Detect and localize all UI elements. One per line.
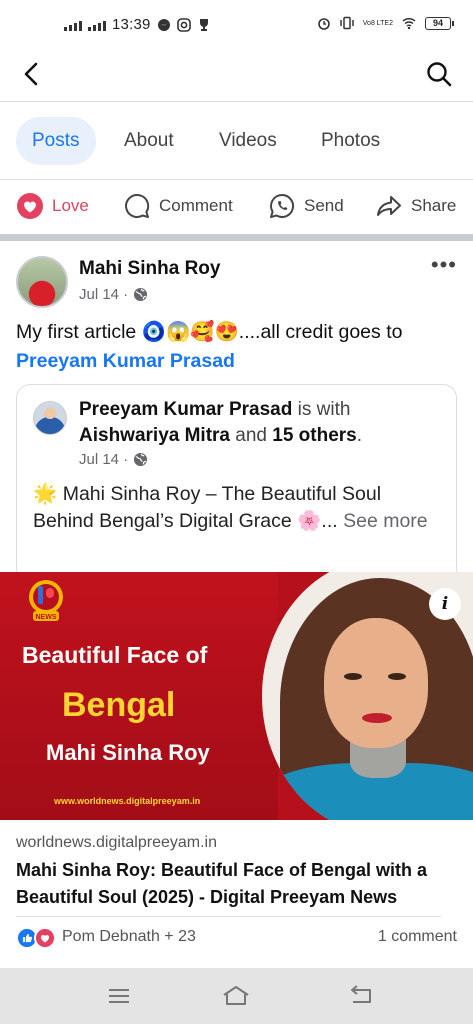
search-icon[interactable]	[425, 60, 453, 88]
shared-date[interactable]: Jul 14 ·	[79, 451, 128, 468]
profile-tabs: Posts About Videos Photos	[0, 102, 473, 180]
tagged-person[interactable]: Aishwariya Mitra	[79, 425, 230, 446]
with-text: is with	[297, 399, 351, 420]
banner-line3: Mahi Sinha Roy	[46, 740, 210, 765]
system-nav-bar	[0, 968, 473, 1024]
author-avatar[interactable]	[16, 256, 68, 308]
comments-count[interactable]: 1 comment	[378, 928, 457, 946]
share-icon	[377, 196, 401, 216]
globe-icon	[134, 452, 148, 467]
shared-period: .	[356, 425, 363, 446]
shared-text: 🌟 Mahi Sinha Roy – The Beautiful Soul Be…	[33, 481, 433, 535]
reactions-divider	[16, 916, 441, 917]
post-date[interactable]: Jul 14 ·	[79, 286, 128, 303]
more-options-icon[interactable]: •••	[431, 254, 457, 276]
messenger-icon	[157, 18, 170, 31]
clock: 13:39	[112, 16, 151, 33]
see-more-link[interactable]: See more	[343, 510, 428, 532]
reactions-bar: Pom Debnath + 23 1 comment	[0, 918, 473, 960]
share-button[interactable]: Share	[375, 192, 456, 220]
status-right: Vo8 LTE2 94	[317, 16, 454, 30]
digital-preeyam-logo: NEWS	[29, 580, 63, 621]
and-text: and	[235, 425, 267, 446]
home-icon[interactable]	[221, 982, 251, 1010]
link-domain: worldnews.digitalpreeyam.in	[16, 834, 217, 851]
reaction-icons[interactable]	[16, 927, 58, 949]
shared-author[interactable]: Preeyam Kumar Prasad	[79, 399, 292, 420]
love-reaction-icon	[17, 193, 43, 219]
shared-body: 🌟 Mahi Sinha Roy – The Beautiful Soul Be…	[33, 483, 382, 532]
top-bar	[0, 50, 473, 102]
trophy-icon	[199, 18, 208, 31]
signal-icon-2	[88, 19, 106, 31]
link-image[interactable]: NEWS Beautiful Face of Bengal Mahi Sinha…	[0, 572, 473, 820]
banner-url: www.worldnews.digitalpreeyam.in	[54, 796, 201, 806]
banner-background: NEWS Beautiful Face of Bengal Mahi Sinha…	[0, 572, 278, 820]
logo-badge: NEWS	[36, 614, 57, 621]
signal-icon	[64, 19, 82, 31]
send-label: Send	[304, 196, 344, 215]
instagram-icon	[176, 17, 191, 32]
link-preview[interactable]: worldnews.digitalpreeyam.in Mahi Sinha R…	[0, 820, 473, 918]
back-arrow-icon[interactable]	[18, 60, 46, 88]
globe-icon	[134, 287, 148, 302]
status-bar: 13:39 Vo8 LTE2 94	[0, 0, 473, 50]
reactors-text[interactable]: Pom Debnath + 23	[62, 928, 196, 946]
love-label: Love	[52, 196, 89, 215]
banner-line2: Bengal	[62, 686, 176, 724]
post-header: Mahi Sinha Roy Jul 14 · •••	[16, 252, 457, 312]
battery-icon: 94	[425, 16, 454, 30]
comment-label: Comment	[159, 196, 233, 215]
comment-icon	[125, 193, 150, 218]
post-meta: Jul 14 ·	[79, 286, 148, 303]
alarm-icon	[317, 18, 330, 30]
love-button[interactable]: Love	[16, 192, 89, 220]
banner-line1: Beautiful Face of	[22, 642, 208, 668]
shared-post-card[interactable]: Preeyam Kumar Prasad is with Aishwariya …	[16, 384, 457, 572]
tab-about[interactable]: About	[124, 117, 174, 165]
post-mention[interactable]: Preeyam Kumar Prasad	[16, 350, 235, 372]
status-left: 13:39	[64, 16, 211, 33]
wifi-icon	[402, 17, 416, 30]
love-reaction-icon	[34, 927, 56, 949]
tab-photos[interactable]: Photos	[321, 117, 380, 165]
send-button[interactable]: Send	[268, 192, 344, 220]
post-text: My first article 🧿😱🥰😍....all credit goes…	[16, 318, 461, 376]
link-title[interactable]: Mahi Sinha Roy: Beautiful Face of Bengal…	[16, 857, 456, 911]
post-author[interactable]: Mahi Sinha Roy	[79, 258, 220, 280]
shared-author-avatar[interactable]	[33, 401, 67, 435]
menu-icon[interactable]	[104, 982, 134, 1010]
share-label: Share	[411, 196, 457, 215]
info-icon[interactable]: i	[429, 588, 461, 620]
comment-button[interactable]: Comment	[123, 192, 233, 220]
back-nav-icon[interactable]	[345, 982, 375, 1010]
volte-indicator: Vo8 LTE2	[362, 19, 393, 27]
post-actions: Love Comment Send Share	[0, 180, 473, 234]
tab-videos[interactable]: Videos	[219, 117, 277, 165]
tagged-others[interactable]: 15 others	[272, 425, 356, 446]
whatsapp-icon	[270, 193, 294, 218]
post-body: My first article 🧿😱🥰😍....all credit goes…	[16, 321, 403, 343]
vibrate-icon	[340, 16, 354, 30]
section-divider	[0, 234, 473, 241]
tab-posts[interactable]: Posts	[16, 117, 96, 165]
shared-author-line: Preeyam Kumar Prasad is with Aishwariya …	[79, 397, 439, 449]
shared-meta: Jul 14 ·	[79, 451, 148, 468]
